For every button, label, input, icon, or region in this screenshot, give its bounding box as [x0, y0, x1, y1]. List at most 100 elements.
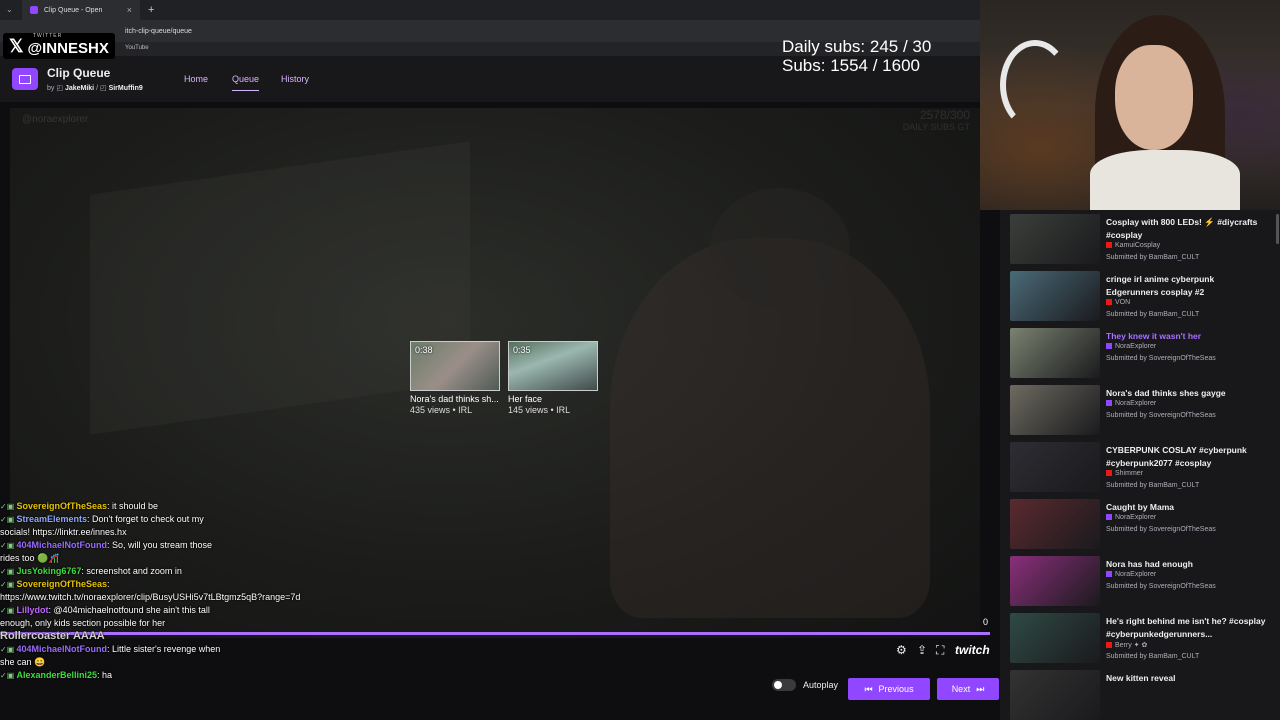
bookmark-youtube[interactable]: YouTube: [125, 45, 149, 51]
queue-item-thumbnail[interactable]: [1010, 499, 1100, 549]
queue-item-submitter: Submitted by SovereignOfTheSeas: [1106, 526, 1216, 533]
chat-message: ✓▣ SovereignOfTheSeas:: [0, 578, 225, 591]
queue-item-submitter: Submitted by BamBam_CULT: [1106, 482, 1200, 489]
chat-username[interactable]: 404MichaelNotFound: [16, 644, 107, 654]
endcard-title[interactable]: Her face: [508, 394, 598, 404]
queue-item[interactable]: They knew it wasn't her NoraExplorer Submi…: [1010, 328, 1272, 380]
next-label: Next: [951, 684, 971, 694]
settings-gear-icon[interactable]: ⚙: [896, 643, 907, 657]
previous-button[interactable]: ⏮ Previous: [848, 678, 930, 700]
tab-list-icon[interactable]: ⌄: [6, 5, 13, 14]
queue-item-thumbnail[interactable]: [1010, 271, 1100, 321]
endcard-meta: 435 views • IRL: [410, 405, 473, 415]
queue-item-title[interactable]: Nora's dad thinks shes gayge: [1106, 387, 1268, 400]
twitch-logo[interactable]: twitch: [955, 643, 990, 657]
queue-item-thumbnail[interactable]: [1010, 556, 1100, 606]
chat-badge-icon: ✓▣: [0, 645, 17, 654]
browser-tab[interactable]: Clip Queue - Open ×: [22, 0, 140, 20]
chat-username[interactable]: SovereignOfTheSeas: [16, 579, 107, 589]
channel-name: Berry ✦ ✿: [1115, 642, 1148, 649]
video-frame-head: [710, 188, 850, 308]
headset-stand: [1000, 40, 1070, 130]
clip-queue-logo-icon[interactable]: [12, 68, 38, 90]
queue-item[interactable]: New kitten reveal: [1010, 670, 1272, 720]
queue-item-title[interactable]: Nora has had enough: [1106, 558, 1268, 571]
queue-item-title[interactable]: cringe irl anime cyberpunk Edgerunners c…: [1106, 273, 1268, 299]
chat-message: ✓▣ AlexanderBellini25: ha: [0, 669, 225, 682]
chat-username[interactable]: Lillydot: [16, 605, 48, 615]
chat-badge-icon: ✓▣: [0, 580, 17, 589]
queue-item-submitter: Submitted by SovereignOfTheSeas: [1106, 412, 1216, 419]
nav-queue[interactable]: Queue: [232, 74, 260, 91]
x-logo-icon: 𝕏: [9, 35, 24, 56]
new-tab-icon[interactable]: +: [148, 4, 154, 16]
chat-text: : ha: [97, 670, 113, 680]
chat-badge-icon: ✓▣: [0, 502, 17, 511]
endcard-thumbnail[interactable]: 0:38: [410, 341, 500, 391]
queue-item-title[interactable]: Caught by Mama: [1106, 501, 1268, 514]
autoplay-toggle[interactable]: [772, 679, 796, 691]
channel-name: KamuiCosplay: [1115, 242, 1161, 249]
streamer-face: [1115, 45, 1193, 150]
next-button[interactable]: Next ⏭: [937, 678, 999, 700]
queue-item[interactable]: Caught by Mama NoraExplorer Submitted by S…: [1010, 499, 1272, 551]
twitch-glyph-icon: ◰: [99, 85, 107, 92]
chat-message: ✓▣ 404MichaelNotFound: Little sister's r…: [0, 643, 225, 669]
twitter-small-label: TWITTER: [33, 33, 63, 39]
tab-close-icon[interactable]: ×: [127, 5, 132, 15]
endcard-title[interactable]: Nora's dad thinks sh...: [410, 394, 500, 404]
twitch-icon: [1106, 514, 1112, 521]
chat-username[interactable]: JusYoking6767: [16, 566, 81, 576]
queue-item-thumbnail[interactable]: [1010, 442, 1100, 492]
channel-name: VON: [1115, 299, 1131, 306]
queue-item-title[interactable]: He's right behind me isn't he? #cosplay …: [1106, 615, 1268, 641]
endcard-clip[interactable]: 0:38 Nora's dad thinks sh... 435 views •…: [410, 341, 500, 415]
queue-item[interactable]: CYBERPUNK COSLAY #cyberpunk #cyberpunk20…: [1010, 442, 1272, 494]
queue-item-channel: NoraExplorer: [1106, 400, 1156, 407]
queue-item-thumbnail[interactable]: [1010, 613, 1100, 663]
chat-username[interactable]: StreamElements: [16, 514, 87, 524]
author-sirmuffin[interactable]: SirMuffin9: [109, 85, 143, 92]
queue-item-thumbnail[interactable]: [1010, 214, 1100, 264]
subs-overlay: Daily subs: 245 / 30 Subs: 1554 / 1600: [782, 37, 931, 75]
nav-history[interactable]: History: [281, 74, 309, 84]
endcard-thumbnail[interactable]: 0:35: [508, 341, 598, 391]
endcard-duration: 0:35: [513, 345, 531, 355]
clip-queue-list[interactable]: Cosplay with 800 LEDs! ⚡ #diycrafts #cos…: [1000, 210, 1280, 720]
chat-badge-icon: ✓▣: [0, 567, 17, 576]
queue-item-thumbnail[interactable]: [1010, 385, 1100, 435]
queue-item-title[interactable]: CYBERPUNK COSLAY #cyberpunk #cyberpunk20…: [1106, 444, 1268, 470]
channel-name: NoraExplorer: [1115, 400, 1157, 407]
previous-label: Previous: [878, 684, 914, 694]
queue-item[interactable]: Nora's dad thinks shes gayge NoraExplorer…: [1010, 385, 1272, 437]
queue-item-submitter: Submitted by BamBam_CULT: [1106, 653, 1200, 660]
endcard-duration: 0:38: [415, 345, 433, 355]
queue-item-thumbnail[interactable]: [1010, 670, 1100, 720]
queue-item-channel: Shimmer: [1106, 470, 1143, 477]
chat-username[interactable]: SovereignOfTheSeas: [16, 501, 107, 511]
twitch-icon: [1106, 400, 1112, 407]
queue-item-title[interactable]: New kitten reveal: [1106, 672, 1268, 685]
queue-item-thumbnail[interactable]: [1010, 328, 1100, 378]
fullscreen-icon[interactable]: ⛶: [936, 643, 944, 658]
chat-badge-icon: ✓▣: [0, 671, 17, 680]
author-jakemiki[interactable]: JakeMiki: [65, 85, 94, 92]
nav-home[interactable]: Home: [184, 74, 208, 84]
queue-item-title[interactable]: Cosplay with 800 LEDs! ⚡ #diycrafts #cos…: [1106, 216, 1268, 242]
chat-username[interactable]: 404MichaelNotFound: [16, 540, 107, 550]
queue-item-channel: NoraExplorer: [1106, 343, 1156, 350]
queue-item[interactable]: He's right behind me isn't he? #cosplay …: [1010, 613, 1272, 665]
share-icon[interactable]: ⇪: [917, 643, 927, 657]
chat-message: Rollercoaster AAAA: [0, 630, 225, 643]
chat-username[interactable]: AlexanderBellini25: [16, 670, 97, 680]
queue-item[interactable]: cringe irl anime cyberpunk Edgerunners c…: [1010, 271, 1272, 323]
chat-badge-icon: ✓▣: [0, 606, 17, 615]
queue-scrollbar[interactable]: [1276, 214, 1279, 244]
twitter-overlay: 𝕏 TWITTER @INNESHX: [3, 33, 115, 59]
endcard-clip[interactable]: 0:35 Her face 145 views • IRL: [508, 341, 598, 415]
queue-item[interactable]: Cosplay with 800 LEDs! ⚡ #diycrafts #cos…: [1010, 214, 1272, 266]
twitch-glyph-icon: ◰: [56, 85, 63, 92]
youtube-icon: [1106, 470, 1112, 477]
queue-item[interactable]: Nora has had enough NoraExplorer Submitted…: [1010, 556, 1272, 608]
queue-item-title[interactable]: They knew it wasn't her: [1106, 330, 1268, 343]
